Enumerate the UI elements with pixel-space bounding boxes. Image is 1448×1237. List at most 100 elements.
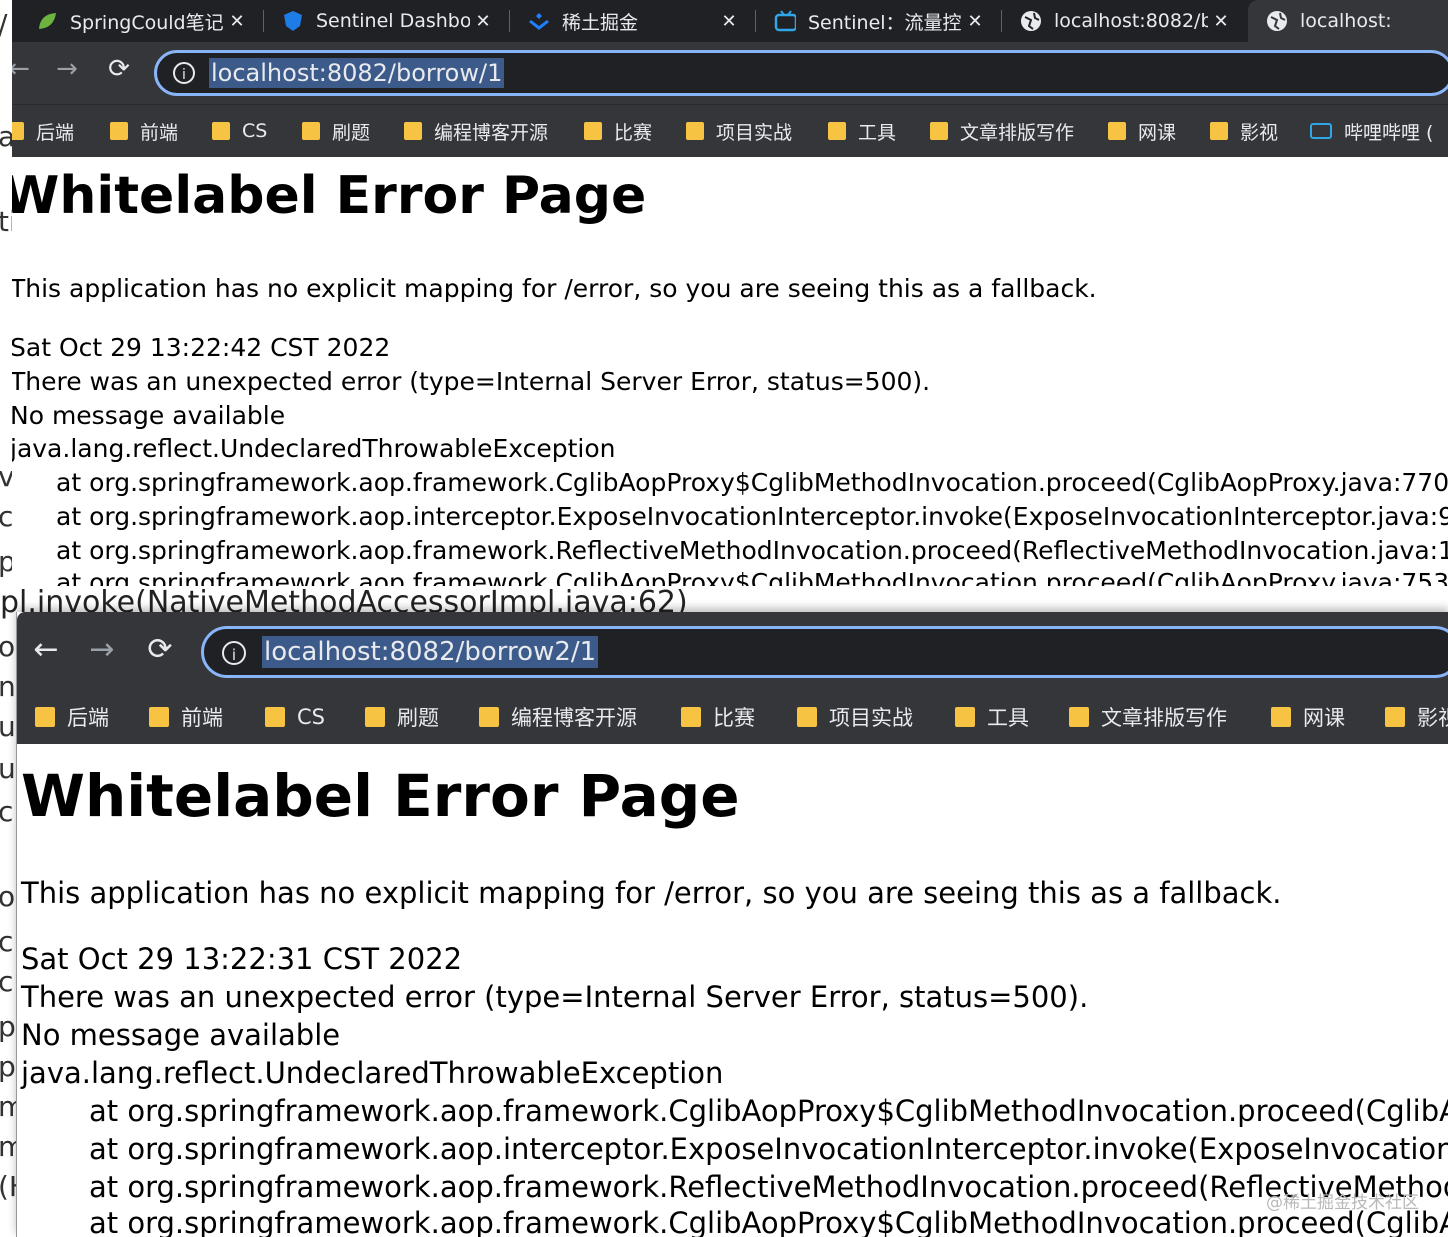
bookmark-bilibili[interactable]: 哔哩哔哩 ( xyxy=(1310,105,1433,157)
bookmark-folder[interactable]: CS xyxy=(212,105,267,157)
stack-trace-line: at org.springframework.aop.framework.Ref… xyxy=(89,1170,1448,1204)
tab-sentinel-flow[interactable]: Sentinel：流量控制 ✕ xyxy=(756,0,1002,42)
bookmark-folder[interactable]: 编程博客开源 xyxy=(404,105,548,157)
globe-icon xyxy=(1020,10,1042,32)
folder-icon xyxy=(1271,707,1291,727)
stack-trace-line: at org.springframework.aop.framework.Cgl… xyxy=(89,1206,1448,1237)
reload-icon[interactable]: ⟳ xyxy=(143,632,177,667)
tab-title: localhost:8082/borrow/1 xyxy=(1054,10,1208,32)
error-message: This application has no explicit mapping… xyxy=(21,876,1282,910)
folder-icon xyxy=(584,122,602,140)
bookmark-folder[interactable]: 后端 xyxy=(12,105,74,157)
globe-icon xyxy=(1266,10,1288,32)
bookmark-folder[interactable]: 影视 xyxy=(1210,105,1278,157)
juejin-icon xyxy=(528,10,550,32)
folder-icon xyxy=(12,122,24,140)
bookmark-folder[interactable]: 后端 xyxy=(35,690,109,744)
bookmark-folder[interactable]: CS xyxy=(265,690,325,744)
folder-icon xyxy=(681,707,701,727)
back-arrow-icon[interactable]: ← xyxy=(12,54,36,84)
address-bar[interactable]: i localhost:8082/borrow2/1 xyxy=(201,626,1448,678)
bookmark-folder[interactable]: 文章排版写作 xyxy=(1069,690,1227,744)
tab-title: 稀土掘金 xyxy=(562,11,639,34)
folder-icon xyxy=(404,122,422,140)
error-status-line: There was an unexpected error (type=Inte… xyxy=(12,367,931,396)
close-icon[interactable]: ✕ xyxy=(224,11,250,32)
bilibili-tv-icon xyxy=(774,10,796,32)
url-text[interactable]: localhost:8082/borrow/1 xyxy=(209,58,505,88)
folder-icon xyxy=(479,707,499,727)
bookmark-folder[interactable]: 工具 xyxy=(828,105,896,157)
folder-icon xyxy=(149,707,169,727)
bookmark-folder[interactable]: 网课 xyxy=(1108,105,1176,157)
url-text[interactable]: localhost:8082/borrow2/1 xyxy=(262,636,599,668)
bookmark-folder[interactable]: 比赛 xyxy=(584,105,652,157)
error-message: This application has no explicit mapping… xyxy=(12,274,1097,303)
bookmark-folder[interactable]: 工具 xyxy=(955,690,1029,744)
tab-strip: SpringCould笔记 ✕ Sentinel Dashboard ✕ 稀土掘… xyxy=(12,0,1448,42)
bookmark-folder[interactable]: 网课 xyxy=(1271,690,1345,744)
close-icon[interactable]: ✕ xyxy=(962,11,988,32)
error-detail: No message available xyxy=(12,401,286,430)
close-icon[interactable]: ✕ xyxy=(716,11,742,32)
sentinel-shield-icon xyxy=(282,10,304,32)
bookmark-folder[interactable]: 项目实战 xyxy=(686,105,792,157)
info-icon[interactable]: i xyxy=(222,641,246,665)
error-status-line: There was an unexpected error (type=Inte… xyxy=(21,980,1089,1014)
toolbar: ← → ⟳ i localhost:8082/borrow2/1 xyxy=(17,612,1448,690)
folder-icon xyxy=(365,707,385,727)
close-icon[interactable]: ✕ xyxy=(470,11,496,32)
back-arrow-icon[interactable]: ← xyxy=(29,632,63,667)
bookmarks-bar: 后端 前端 CS 刷题 编程博客开源 比赛 项目实战 工具 文章排版写作 网课 … xyxy=(17,690,1448,744)
bookmark-folder[interactable]: 编程博客开源 xyxy=(479,690,637,744)
stack-trace-line: at org.springframework.aop.framework.Cgl… xyxy=(89,1094,1448,1128)
watermark: @稀土掘金技术社区 xyxy=(1266,1193,1419,1213)
close-icon[interactable]: ✕ xyxy=(1208,11,1234,32)
exception-name: java.lang.reflect.UndeclaredThrowableExc… xyxy=(21,1056,724,1090)
folder-icon xyxy=(828,122,846,140)
bookmark-folder[interactable]: 前端 xyxy=(110,105,178,157)
folder-icon xyxy=(110,122,128,140)
tab-title: SpringCould笔记 xyxy=(70,11,224,34)
bookmark-folder[interactable]: 刷题 xyxy=(365,690,439,744)
tab-juejin[interactable]: 稀土掘金 ✕ xyxy=(510,0,756,42)
page-heading: Whitelabel Error Page xyxy=(21,762,740,830)
stack-trace-line: at org.springframework.aop.framework.Ref… xyxy=(56,536,1448,565)
tab-localhost-borrow[interactable]: localhost:8082/borrow/1 ✕ xyxy=(1002,0,1248,42)
bookmark-folder[interactable]: 文章排版写作 xyxy=(930,105,1074,157)
bookmark-folder[interactable]: 前端 xyxy=(149,690,223,744)
info-icon[interactable]: i xyxy=(173,62,195,84)
exception-name: java.lang.reflect.UndeclaredThrowableExc… xyxy=(12,434,616,463)
folder-icon xyxy=(35,707,55,727)
forward-arrow-icon[interactable]: → xyxy=(50,54,84,84)
address-bar[interactable]: i localhost:8082/borrow/1 xyxy=(154,50,1448,96)
folder-icon xyxy=(686,122,704,140)
stack-trace-line: at org.springframework.aop.interceptor.E… xyxy=(89,1132,1448,1166)
folder-icon xyxy=(797,707,817,727)
bookmark-folder[interactable]: 比赛 xyxy=(681,690,755,744)
toolbar: ← → ⟳ i localhost:8082/borrow/1 xyxy=(12,42,1448,104)
forward-arrow-icon[interactable]: → xyxy=(85,632,119,667)
folder-icon xyxy=(1210,122,1228,140)
tab-title: Sentinel Dashboard xyxy=(316,10,470,32)
folder-icon xyxy=(212,122,230,140)
tab-sentinel-dashboard[interactable]: Sentinel Dashboard ✕ xyxy=(264,0,510,42)
tab-title: localhost: xyxy=(1300,10,1392,32)
error-timestamp: Sat Oct 29 13:22:42 CST 2022 xyxy=(12,333,391,362)
folder-icon xyxy=(1385,707,1405,727)
tab-springcloud[interactable]: SpringCould笔记 ✕ xyxy=(18,0,264,42)
tab-localhost-active[interactable]: localhost: xyxy=(1248,0,1448,42)
reload-icon[interactable]: ⟳ xyxy=(102,54,136,84)
error-page-bottom: Whitelabel Error Page This application h… xyxy=(17,744,1448,1237)
bookmark-folder[interactable]: 项目实战 xyxy=(797,690,913,744)
folder-icon xyxy=(1069,707,1089,727)
bookmark-folder[interactable]: 刷题 xyxy=(302,105,370,157)
folder-icon xyxy=(302,122,320,140)
folder-icon xyxy=(930,122,948,140)
folder-icon xyxy=(955,707,975,727)
page-heading: Whitelabel Error Page xyxy=(12,166,647,226)
tab-title: Sentinel：流量控制 xyxy=(808,11,962,34)
stack-trace-line: at org.springframework.aop.framework.Cgl… xyxy=(56,468,1448,497)
bookmark-folder[interactable]: 影视 xyxy=(1385,690,1448,744)
bookmarks-bar: 后端 前端 CS 刷题 编程博客开源 比赛 项目实战 工具 文章排版写作 网课 … xyxy=(12,104,1448,157)
